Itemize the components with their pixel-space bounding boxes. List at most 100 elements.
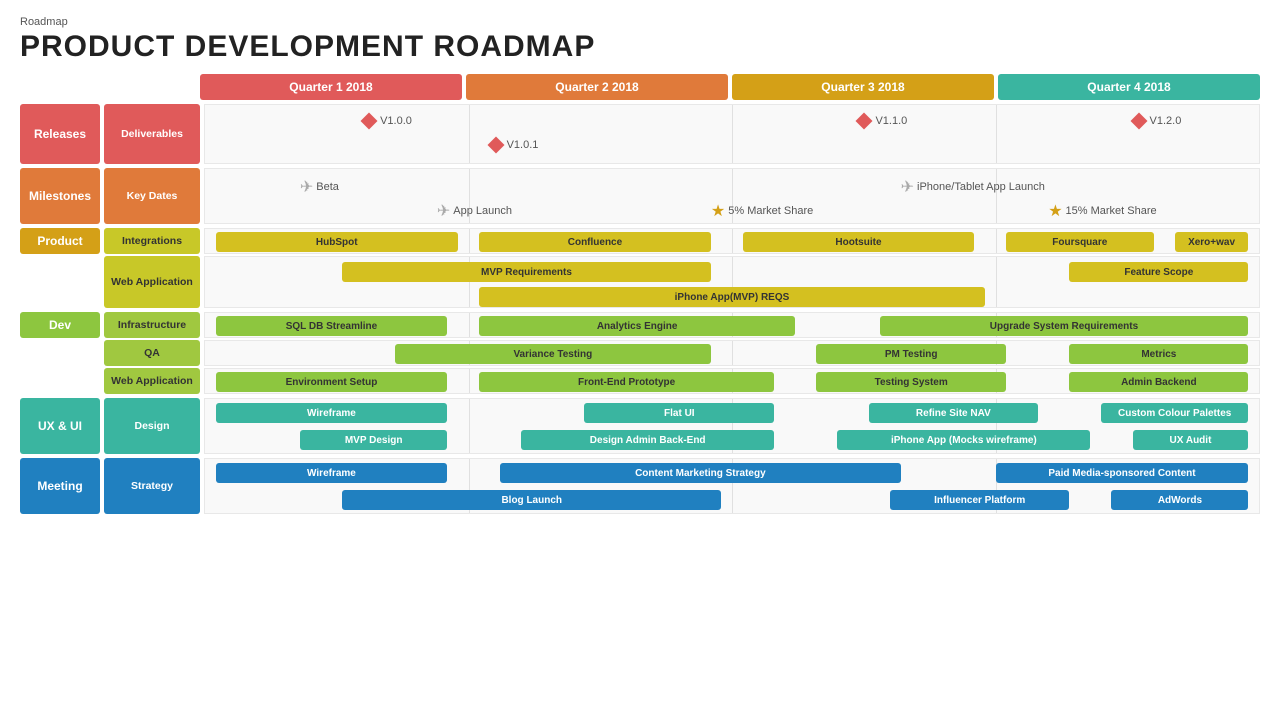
v110-label: V1.1.0 xyxy=(875,115,907,127)
page: Roadmap PRODUCT DEVELOPMENT ROADMAP Quar… xyxy=(0,0,1280,720)
grid-line-d1 xyxy=(469,313,470,337)
beta-marker: ✈ Beta xyxy=(300,177,339,197)
v100-diamond xyxy=(361,113,378,130)
page-title: PRODUCT DEVELOPMENT ROADMAP xyxy=(20,30,1260,64)
v101-diamond xyxy=(487,137,504,154)
v110-diamond xyxy=(856,113,873,130)
milestones-label: Milestones xyxy=(20,168,100,224)
sql-bar: SQL DB Streamline xyxy=(216,316,448,336)
ux-section: UX & UI Design Wireframe Flat UI Refine … xyxy=(20,398,1260,454)
v101-label: V1.0.1 xyxy=(507,139,539,151)
design-sub-label: Design xyxy=(104,398,200,454)
ux-timeline: Wireframe Flat UI Refine Site NAV Custom… xyxy=(204,398,1260,454)
releases-label: Releases xyxy=(20,104,100,164)
confluence-bar: Confluence xyxy=(479,232,711,252)
quarter-3-header: Quarter 3 2018 xyxy=(732,74,994,100)
app-launch-label: App Launch xyxy=(453,205,512,217)
v100-label: V1.0.0 xyxy=(380,115,412,127)
admin-backend-bar: Admin Backend xyxy=(1069,372,1248,392)
analytics-bar: Analytics Engine xyxy=(479,316,795,336)
variance-bar: Variance Testing xyxy=(395,344,711,364)
iphone-launch-label: iPhone/Tablet App Launch xyxy=(917,181,1045,193)
mvp-req-bar: MVP Requirements xyxy=(342,262,711,282)
design-admin-bar: Design Admin Back-End xyxy=(521,430,774,450)
meeting-label: Meeting xyxy=(20,458,100,514)
iphone-mvp-bar: iPhone App(MVP) REQS xyxy=(479,287,985,307)
star-icon-5: ★ xyxy=(711,201,725,221)
grid-line-p3 xyxy=(996,229,997,253)
quarter-header-row: Quarter 1 2018 Quarter 2 2018 Quarter 3 … xyxy=(200,74,1260,100)
infra-timeline: SQL DB Streamline Analytics Engine Upgra… xyxy=(204,312,1260,338)
deliverables-label: Deliverables xyxy=(104,104,200,164)
content-marketing-bar: Content Marketing Strategy xyxy=(500,463,901,483)
custom-colour-bar: Custom Colour Palettes xyxy=(1101,403,1249,423)
qa-sub-label: QA xyxy=(104,340,200,366)
meeting-section: Meeting Strategy Wireframe Content Marke… xyxy=(20,458,1260,514)
strategy-sub-label: Strategy xyxy=(104,458,200,514)
grid-line-q2 xyxy=(469,105,470,163)
v101-marker: V1.0.1 xyxy=(490,139,539,151)
product-webapp-row: Web Application MVP Requirements Feature… xyxy=(20,256,1260,308)
xero-bar: Xero+wav xyxy=(1175,232,1249,252)
market5-label: 5% Market Share xyxy=(728,205,813,217)
frontend-bar: Front-End Prototype xyxy=(479,372,774,392)
grid-line-qa2 xyxy=(732,341,733,365)
refine-nav-bar: Refine Site NAV xyxy=(869,403,1038,423)
influencer-platform-bar: Influencer Platform xyxy=(890,490,1069,510)
integrations-timeline: HubSpot Confluence Hootsuite Foursquare … xyxy=(204,228,1260,254)
milestones-row: Milestones Key Dates ✈ Beta ✈ App Launch xyxy=(20,168,1260,224)
app-launch-marker: ✈ App Launch xyxy=(437,201,512,221)
dev-section: Dev Infrastructure SQL DB Streamline Ana… xyxy=(20,312,1260,394)
quarter-1-header: Quarter 1 2018 xyxy=(200,74,462,100)
key-dates-label: Key Dates xyxy=(104,168,200,224)
page-label: Roadmap xyxy=(20,16,1260,28)
grid-line-ux1 xyxy=(469,399,470,453)
dev-spacer1 xyxy=(20,340,100,366)
pm-testing-bar: PM Testing xyxy=(816,344,1006,364)
milestones-timeline: ✈ Beta ✈ App Launch ★ 5% Market Share ✈ … xyxy=(204,168,1260,224)
flat-ui-bar: Flat UI xyxy=(584,403,774,423)
v120-diamond xyxy=(1130,113,1147,130)
releases-timeline: V1.0.0 V1.0.1 V1.1.0 V1.2.0 xyxy=(204,104,1260,164)
beta-label: Beta xyxy=(316,181,339,193)
dev-webapp-sub-label: Web Application xyxy=(104,368,200,394)
quarter-2-header: Quarter 2 2018 xyxy=(466,74,728,100)
milestones-section: Milestones Key Dates ✈ Beta ✈ App Launch xyxy=(20,168,1260,224)
v120-marker: V1.2.0 xyxy=(1133,115,1182,127)
grid-line-p2 xyxy=(732,229,733,253)
blog-launch-bar: Blog Launch xyxy=(342,490,721,510)
integrations-sub-label: Integrations xyxy=(104,228,200,254)
product-label-spacer xyxy=(20,256,100,308)
releases-row: Releases Deliverables V1.0.0 V1.0.1 xyxy=(20,104,1260,164)
v100-marker: V1.0.0 xyxy=(363,115,412,127)
dev-webapp-row: Web Application Environment Setup Front-… xyxy=(20,368,1260,394)
market5-marker: ★ 5% Market Share xyxy=(711,201,813,221)
ux-row: UX & UI Design Wireframe Flat UI Refine … xyxy=(20,398,1260,454)
grid-line-p1 xyxy=(469,229,470,253)
dev-label: Dev xyxy=(20,312,100,338)
dev-infra-row: Dev Infrastructure SQL DB Streamline Ana… xyxy=(20,312,1260,338)
upgrade-bar: Upgrade System Requirements xyxy=(880,316,1249,336)
product-label: Product xyxy=(20,228,100,254)
hubspot-bar: HubSpot xyxy=(216,232,458,252)
foursquare-bar: Foursquare xyxy=(1006,232,1154,252)
plane-icon-launch: ✈ xyxy=(437,201,450,221)
releases-section: Releases Deliverables V1.0.0 V1.0.1 xyxy=(20,104,1260,164)
dev-qa-row: QA Variance Testing PM Testing Metrics xyxy=(20,340,1260,366)
v120-label: V1.2.0 xyxy=(1150,115,1182,127)
meeting-row: Meeting Strategy Wireframe Content Marke… xyxy=(20,458,1260,514)
v110-marker: V1.1.0 xyxy=(858,115,907,127)
qa-timeline: Variance Testing PM Testing Metrics xyxy=(204,340,1260,366)
feature-scope-bar: Feature Scope xyxy=(1069,262,1248,282)
grid-line-q3 xyxy=(732,105,733,163)
web-app-sub-label: Web Application xyxy=(104,256,200,308)
mvp-design-bar: MVP Design xyxy=(300,430,448,450)
quarter-4-header: Quarter 4 2018 xyxy=(998,74,1260,100)
infra-sub-label: Infrastructure xyxy=(104,312,200,338)
webapp-timeline: MVP Requirements Feature Scope iPhone Ap… xyxy=(204,256,1260,308)
market15-marker: ★ 15% Market Share xyxy=(1048,201,1156,221)
product-section: Product Integrations HubSpot Confluence … xyxy=(20,228,1260,308)
market15-label: 15% Market Share xyxy=(1066,205,1157,217)
grid-line-pw3 xyxy=(996,257,997,307)
paid-media-bar: Paid Media-sponsored Content xyxy=(996,463,1249,483)
